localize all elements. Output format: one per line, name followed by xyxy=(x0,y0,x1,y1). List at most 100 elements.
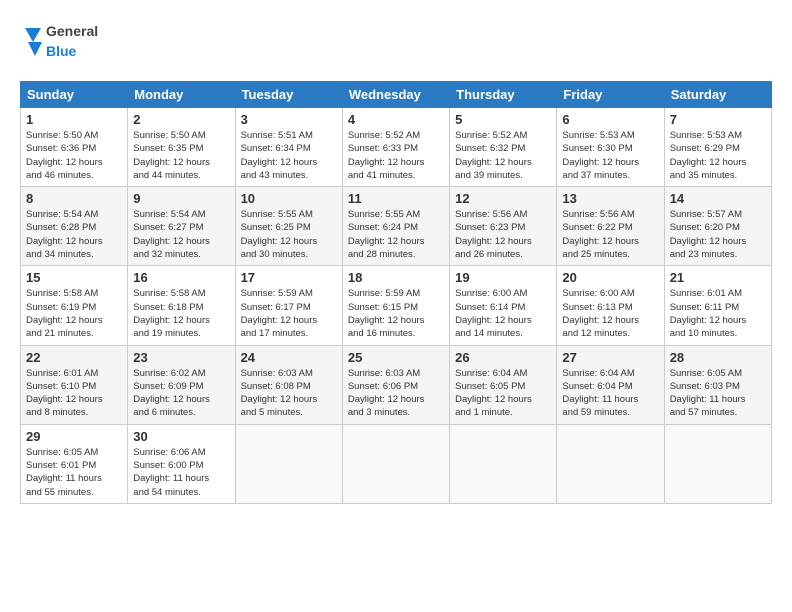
svg-text:Blue: Blue xyxy=(46,43,77,59)
weekday-saturday: Saturday xyxy=(664,82,771,108)
day-info: Sunrise: 5:59 AMSunset: 6:17 PMDaylight:… xyxy=(241,287,337,340)
day-number: 12 xyxy=(455,191,551,206)
calendar-cell: 2 Sunrise: 5:50 AMSunset: 6:35 PMDaylight… xyxy=(128,108,235,187)
calendar-week-5: 29Sunrise: 6:05 AMSunset: 6:01 PMDayligh… xyxy=(21,424,772,503)
day-number: 11 xyxy=(348,191,444,206)
calendar-cell: 3Sunrise: 5:51 AMSunset: 6:34 PMDaylight… xyxy=(235,108,342,187)
day-info: Sunrise: 6:01 AMSunset: 6:11 PMDaylight:… xyxy=(670,287,766,340)
day-number: 16 xyxy=(133,270,229,285)
day-number: 2 xyxy=(133,112,229,127)
day-number: 8 xyxy=(26,191,122,206)
calendar-cell: 19Sunrise: 6:00 AMSunset: 6:14 PMDayligh… xyxy=(450,266,557,345)
calendar-cell: 5 Sunrise: 5:52 AMSunset: 6:32 PMDaylight… xyxy=(450,108,557,187)
calendar-cell: 27 Sunrise: 6:04 AMSunset: 6:04 PMDayligh… xyxy=(557,345,664,424)
calendar-cell: 23 Sunrise: 6:02 AMSunset: 6:09 PMDayligh… xyxy=(128,345,235,424)
day-info: Sunrise: 5:50 AMSunset: 6:35 PMDaylight:… xyxy=(133,129,229,182)
day-number: 23 xyxy=(133,350,229,365)
weekday-friday: Friday xyxy=(557,82,664,108)
day-info: Sunrise: 5:58 AMSunset: 6:18 PMDaylight:… xyxy=(133,287,229,340)
calendar-body: 1 Sunrise: 5:50 AMSunset: 6:36 PMDaylight… xyxy=(21,108,772,504)
weekday-sunday: Sunday xyxy=(21,82,128,108)
day-number: 7 xyxy=(670,112,766,127)
day-number: 22 xyxy=(26,350,122,365)
calendar-cell: 8 Sunrise: 5:54 AMSunset: 6:28 PMDaylight… xyxy=(21,187,128,266)
calendar-cell: 12Sunrise: 5:56 AMSunset: 6:23 PMDayligh… xyxy=(450,187,557,266)
day-number: 28 xyxy=(670,350,766,365)
day-number: 14 xyxy=(670,191,766,206)
svg-text:General: General xyxy=(46,23,98,39)
day-info: Sunrise: 5:52 AMSunset: 6:33 PMDaylight:… xyxy=(348,129,444,182)
calendar-week-2: 8 Sunrise: 5:54 AMSunset: 6:28 PMDaylight… xyxy=(21,187,772,266)
day-info: Sunrise: 5:52 AMSunset: 6:32 PMDaylight:… xyxy=(455,129,551,182)
calendar-cell: 29Sunrise: 6:05 AMSunset: 6:01 PMDayligh… xyxy=(21,424,128,503)
calendar-week-1: 1 Sunrise: 5:50 AMSunset: 6:36 PMDaylight… xyxy=(21,108,772,187)
day-number: 20 xyxy=(562,270,658,285)
day-number: 10 xyxy=(241,191,337,206)
calendar-cell xyxy=(664,424,771,503)
day-info: Sunrise: 5:55 AMSunset: 6:24 PMDaylight:… xyxy=(348,208,444,261)
day-info: Sunrise: 6:05 AMSunset: 6:03 PMDaylight:… xyxy=(670,367,766,420)
calendar-cell: 20 Sunrise: 6:00 AMSunset: 6:13 PMDayligh… xyxy=(557,266,664,345)
calendar-table: SundayMondayTuesdayWednesdayThursdayFrid… xyxy=(20,81,772,504)
day-info: Sunrise: 6:06 AMSunset: 6:00 PMDaylight:… xyxy=(133,446,229,499)
day-number: 18 xyxy=(348,270,444,285)
day-number: 17 xyxy=(241,270,337,285)
calendar-week-4: 22 Sunrise: 6:01 AMSunset: 6:10 PMDayligh… xyxy=(21,345,772,424)
calendar-cell: 13 Sunrise: 5:56 AMSunset: 6:22 PMDayligh… xyxy=(557,187,664,266)
day-info: Sunrise: 6:02 AMSunset: 6:09 PMDaylight:… xyxy=(133,367,229,420)
day-info: Sunrise: 5:56 AMSunset: 6:22 PMDaylight:… xyxy=(562,208,658,261)
day-info: Sunrise: 5:54 AMSunset: 6:27 PMDaylight:… xyxy=(133,208,229,261)
day-number: 27 xyxy=(562,350,658,365)
calendar-cell xyxy=(450,424,557,503)
weekday-header-row: SundayMondayTuesdayWednesdayThursdayFrid… xyxy=(21,82,772,108)
day-info: Sunrise: 6:00 AMSunset: 6:13 PMDaylight:… xyxy=(562,287,658,340)
page-header: General Blue xyxy=(20,18,772,71)
day-info: Sunrise: 5:50 AMSunset: 6:36 PMDaylight:… xyxy=(26,129,122,182)
day-number: 1 xyxy=(26,112,122,127)
day-number: 30 xyxy=(133,429,229,444)
day-number: 9 xyxy=(133,191,229,206)
day-info: Sunrise: 6:01 AMSunset: 6:10 PMDaylight:… xyxy=(26,367,122,420)
day-info: Sunrise: 5:58 AMSunset: 6:19 PMDaylight:… xyxy=(26,287,122,340)
calendar-cell: 21 Sunrise: 6:01 AMSunset: 6:11 PMDayligh… xyxy=(664,266,771,345)
day-info: Sunrise: 5:54 AMSunset: 6:28 PMDaylight:… xyxy=(26,208,122,261)
calendar-cell: 9 Sunrise: 5:54 AMSunset: 6:27 PMDaylight… xyxy=(128,187,235,266)
day-info: Sunrise: 5:53 AMSunset: 6:29 PMDaylight:… xyxy=(670,129,766,182)
day-number: 21 xyxy=(670,270,766,285)
weekday-thursday: Thursday xyxy=(450,82,557,108)
calendar-cell: 25Sunrise: 6:03 AMSunset: 6:06 PMDayligh… xyxy=(342,345,449,424)
calendar-cell: 14 Sunrise: 5:57 AMSunset: 6:20 PMDayligh… xyxy=(664,187,771,266)
logo: General Blue xyxy=(20,18,110,71)
day-info: Sunrise: 6:04 AMSunset: 6:05 PMDaylight:… xyxy=(455,367,551,420)
day-number: 24 xyxy=(241,350,337,365)
calendar-cell: 26 Sunrise: 6:04 AMSunset: 6:05 PMDayligh… xyxy=(450,345,557,424)
day-number: 3 xyxy=(241,112,337,127)
calendar-week-3: 15 Sunrise: 5:58 AMSunset: 6:19 PMDayligh… xyxy=(21,266,772,345)
day-number: 13 xyxy=(562,191,658,206)
day-number: 6 xyxy=(562,112,658,127)
calendar-cell: 11 Sunrise: 5:55 AMSunset: 6:24 PMDayligh… xyxy=(342,187,449,266)
day-number: 5 xyxy=(455,112,551,127)
day-info: Sunrise: 6:00 AMSunset: 6:14 PMDaylight:… xyxy=(455,287,551,340)
calendar-cell: 1 Sunrise: 5:50 AMSunset: 6:36 PMDaylight… xyxy=(21,108,128,187)
calendar-cell: 22 Sunrise: 6:01 AMSunset: 6:10 PMDayligh… xyxy=(21,345,128,424)
day-info: Sunrise: 6:03 AMSunset: 6:08 PMDaylight:… xyxy=(241,367,337,420)
calendar-cell: 10 Sunrise: 5:55 AMSunset: 6:25 PMDayligh… xyxy=(235,187,342,266)
day-info: Sunrise: 5:59 AMSunset: 6:15 PMDaylight:… xyxy=(348,287,444,340)
day-info: Sunrise: 5:53 AMSunset: 6:30 PMDaylight:… xyxy=(562,129,658,182)
calendar-cell xyxy=(342,424,449,503)
weekday-wednesday: Wednesday xyxy=(342,82,449,108)
day-number: 15 xyxy=(26,270,122,285)
day-info: Sunrise: 5:57 AMSunset: 6:20 PMDaylight:… xyxy=(670,208,766,261)
day-number: 26 xyxy=(455,350,551,365)
calendar-cell: 24 Sunrise: 6:03 AMSunset: 6:08 PMDayligh… xyxy=(235,345,342,424)
calendar-cell: 4Sunrise: 5:52 AMSunset: 6:33 PMDaylight… xyxy=(342,108,449,187)
calendar-cell xyxy=(557,424,664,503)
calendar-cell: 30 Sunrise: 6:06 AMSunset: 6:00 PMDayligh… xyxy=(128,424,235,503)
day-info: Sunrise: 6:04 AMSunset: 6:04 PMDaylight:… xyxy=(562,367,658,420)
calendar-cell: 7 Sunrise: 5:53 AMSunset: 6:29 PMDaylight… xyxy=(664,108,771,187)
day-number: 29 xyxy=(26,429,122,444)
calendar-cell: 6 Sunrise: 5:53 AMSunset: 6:30 PMDaylight… xyxy=(557,108,664,187)
day-info: Sunrise: 5:55 AMSunset: 6:25 PMDaylight:… xyxy=(241,208,337,261)
day-number: 25 xyxy=(348,350,444,365)
